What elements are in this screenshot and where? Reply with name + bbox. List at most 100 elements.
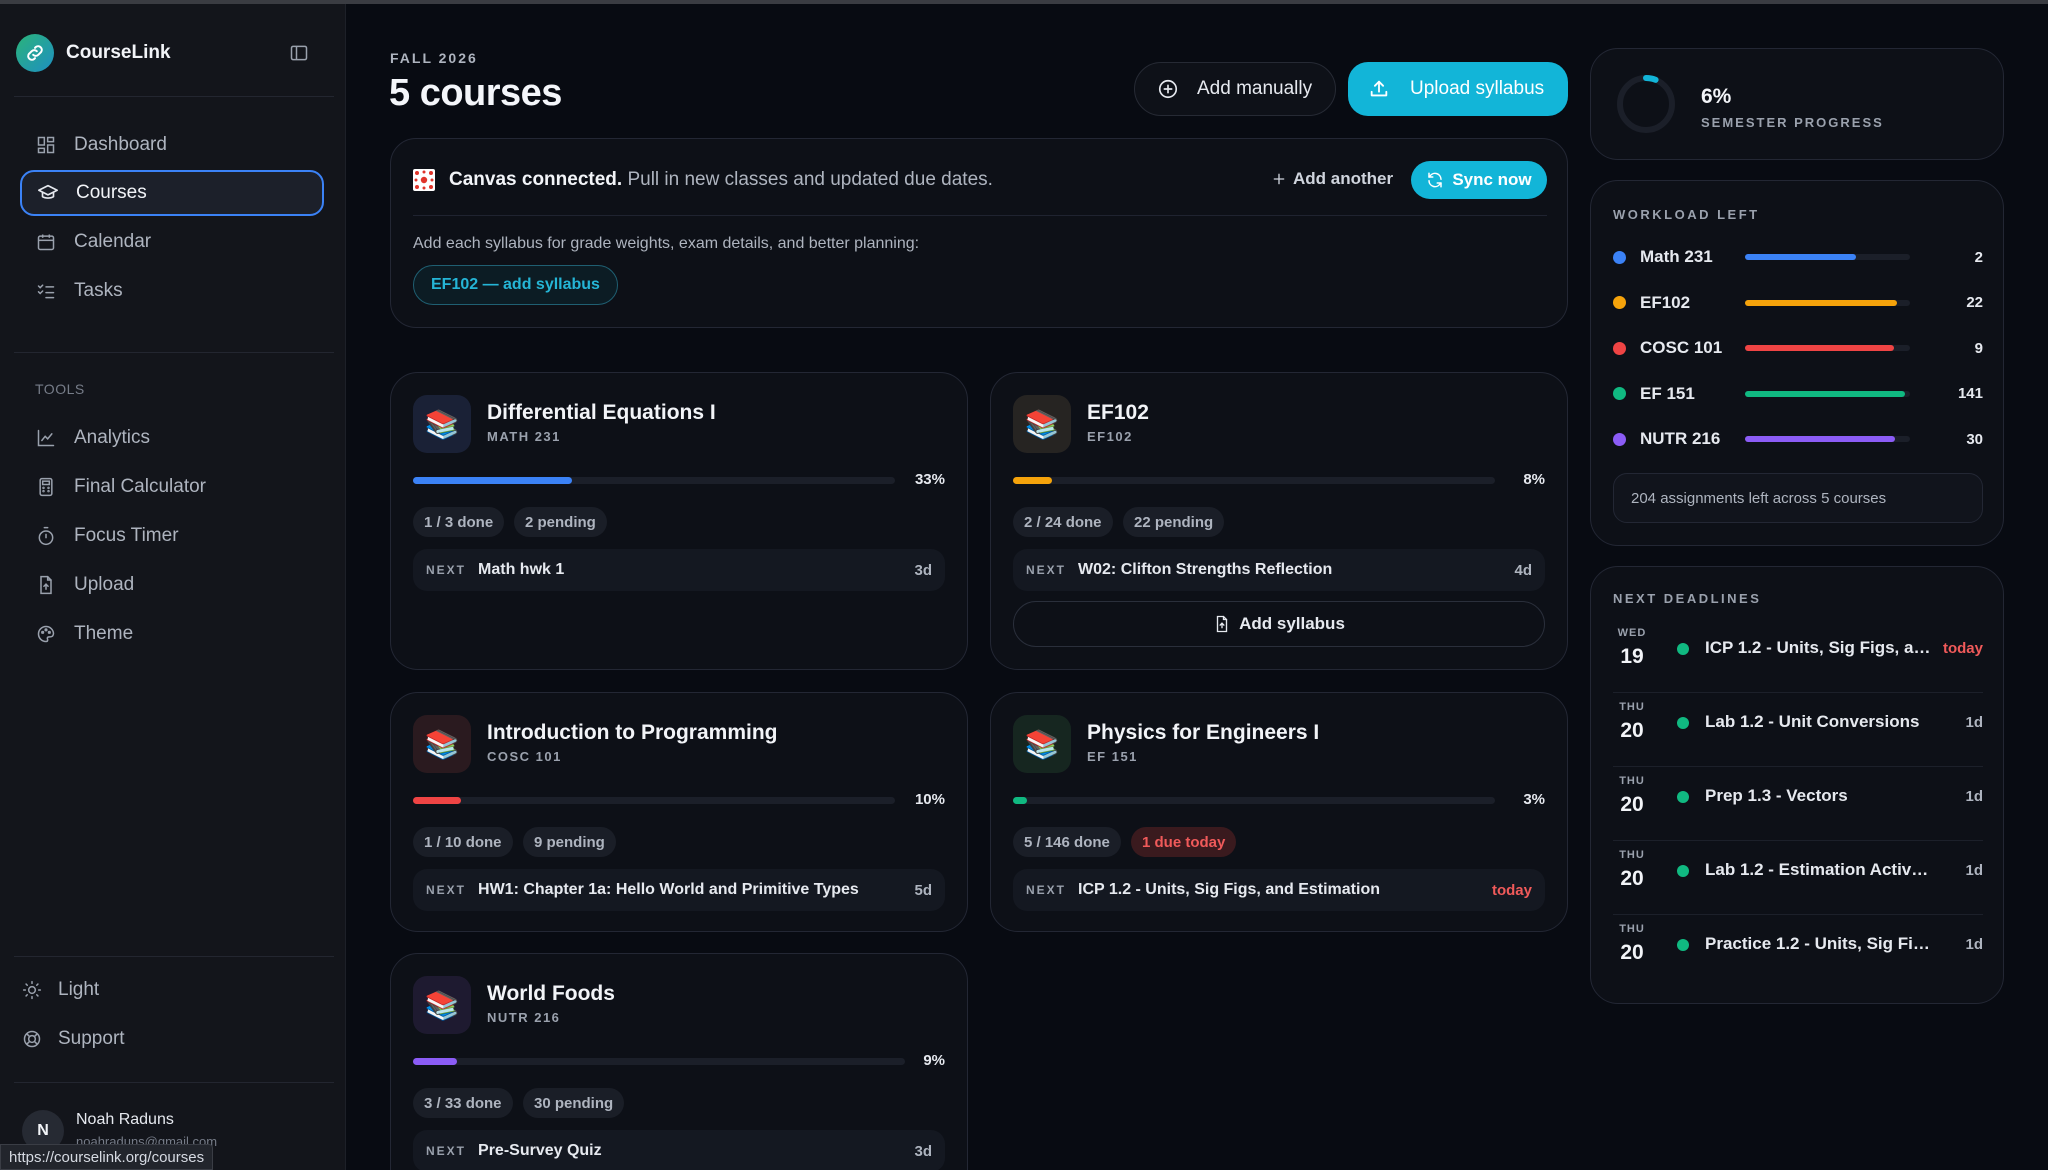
deadline-row[interactable]: THU 20 Lab 1.2 - Unit Conversions 1d bbox=[1613, 695, 1983, 767]
calculator-icon bbox=[34, 475, 58, 499]
chart-icon bbox=[34, 426, 58, 450]
course-color-dot bbox=[1677, 643, 1689, 655]
workload-row[interactable]: Math 231 2 bbox=[1613, 245, 1983, 269]
deadline-row[interactable]: THU 20 Practice 1.2 - Units, Sig Figs, and… bbox=[1613, 917, 1983, 989]
light-mode-toggle[interactable]: Light bbox=[20, 970, 99, 1010]
add-syllabus-label: Add syllabus bbox=[1239, 614, 1345, 633]
palette-icon bbox=[34, 622, 58, 646]
workload-bar bbox=[1745, 390, 1910, 397]
course-progress-percent: 9% bbox=[923, 1052, 945, 1069]
workload-row[interactable]: NUTR 216 30 bbox=[1613, 427, 1983, 451]
course-card[interactable]: 📚 Physics for Engineers I EF 151 3% 5 / 146 … bbox=[990, 692, 1568, 932]
deadline-due: 1d bbox=[1965, 714, 1983, 731]
workload-bar-fill bbox=[1745, 345, 1894, 351]
sidebar-item-final-calculator[interactable]: Final Calculator bbox=[20, 464, 324, 510]
plus-circle-icon bbox=[1157, 78, 1179, 100]
brand[interactable]: CourseLink bbox=[16, 34, 171, 72]
workload-row[interactable]: EF102 22 bbox=[1613, 291, 1983, 315]
graduation-cap-icon bbox=[36, 181, 60, 205]
course-progress-fill bbox=[413, 477, 573, 484]
semester-progress-card: 6% SEMESTER PROGRESS bbox=[1590, 48, 2004, 160]
workload-row[interactable]: COSC 101 9 bbox=[1613, 336, 1983, 360]
course-card[interactable]: 📚 Differential Equations I MATH 231 33% 1 / … bbox=[390, 372, 968, 670]
sidebar-item-upload[interactable]: Upload bbox=[20, 562, 324, 608]
course-card[interactable]: 📚 World Foods NUTR 216 9% 3 / 33 done 30 pend… bbox=[390, 953, 968, 1170]
workload-bar-fill bbox=[1745, 390, 1906, 397]
add-syllabus-chip[interactable]: EF102 — add syllabus bbox=[413, 265, 618, 305]
file-upload-icon bbox=[1213, 615, 1231, 633]
sidebar-item-label: Dashboard bbox=[74, 134, 167, 155]
workload-course-name: COSC 101 bbox=[1640, 338, 1723, 357]
sidebar-item-analytics[interactable]: Analytics bbox=[20, 415, 324, 461]
course-code: MATH 231 bbox=[487, 429, 561, 444]
lifebuoy-icon bbox=[20, 1027, 44, 1051]
add-syllabus-button[interactable]: Add syllabus bbox=[1013, 601, 1545, 647]
course-card[interactable]: 📚 Introduction to Programming COSC 101 10% 1… bbox=[390, 692, 968, 932]
books-icon: 📚 bbox=[1013, 715, 1071, 773]
upload-icon bbox=[1368, 78, 1390, 100]
deadline-day: 20 bbox=[1620, 793, 1644, 816]
next-task-row[interactable]: NEXT HW1: Chapter 1a: Hello World and Pri… bbox=[413, 869, 945, 911]
course-color-dot bbox=[1677, 865, 1689, 877]
course-progress-fill bbox=[1013, 797, 1028, 804]
workload-row[interactable]: EF 151 141 bbox=[1613, 382, 1983, 406]
sidebar-item-focus-timer[interactable]: Focus Timer bbox=[20, 513, 324, 559]
books-icon: 📚 bbox=[1013, 395, 1071, 453]
sidebar-item-label: Final Calculator bbox=[74, 476, 206, 497]
add-manually-button[interactable]: Add manually bbox=[1134, 62, 1336, 116]
deadline-row[interactable]: WED 19 ICP 1.2 - Units, Sig Figs, and Esti… bbox=[1613, 621, 1983, 693]
next-task-row[interactable]: NEXT ICP 1.2 - Units, Sig Figs, and Estim… bbox=[1013, 869, 1545, 911]
next-label: NEXT bbox=[426, 883, 467, 897]
course-card[interactable]: 📚 EF102 EF102 8% 2 / 24 done 22 pending NEXT W0… bbox=[990, 372, 1568, 670]
workload-course-name: EF102 bbox=[1640, 292, 1691, 312]
deadline-row[interactable]: THU 20 Lab 1.2 - Estimation Activity 1d bbox=[1613, 843, 1983, 915]
workload-bar bbox=[1745, 436, 1910, 442]
course-progress-bar bbox=[1013, 797, 1495, 804]
divider bbox=[14, 956, 334, 957]
workload-title: WORKLOAD LEFT bbox=[1613, 207, 1760, 222]
sidebar-item-theme[interactable]: Theme bbox=[20, 611, 324, 657]
canvas-connection-panel: Canvas connected. Pull in new classes an… bbox=[390, 138, 1568, 328]
canvas-status-text: Canvas connected. Pull in new classes an… bbox=[449, 169, 993, 191]
sidebar-item-courses[interactable]: Courses bbox=[20, 170, 324, 216]
support-label: Support bbox=[58, 1028, 125, 1049]
sidebar-item-tasks[interactable]: Tasks bbox=[20, 268, 324, 314]
workload-bar bbox=[1745, 254, 1910, 260]
support-link[interactable]: Support bbox=[20, 1019, 125, 1059]
deadline-due: 1d bbox=[1965, 788, 1983, 805]
deadline-task: Practice 1.2 - Units, Sig Figs, and Esti… bbox=[1705, 934, 1931, 953]
books-icon: 📚 bbox=[413, 976, 471, 1034]
next-task-row[interactable]: NEXT Math hwk 1 3d bbox=[413, 549, 945, 591]
course-code: NUTR 216 bbox=[487, 1010, 561, 1025]
sidebar-item-calendar[interactable]: Calendar bbox=[20, 219, 324, 265]
deadline-day: 19 bbox=[1620, 645, 1644, 668]
page-title: 5 courses bbox=[389, 72, 562, 114]
course-color-dot bbox=[1677, 791, 1689, 803]
divider bbox=[413, 215, 1547, 216]
add-manually-label: Add manually bbox=[1197, 78, 1313, 99]
sidebar-item-label: Focus Timer bbox=[74, 525, 179, 546]
deadline-weekday: THU bbox=[1619, 923, 1645, 935]
syllabus-hint: Add each syllabus for grade weights, exa… bbox=[413, 235, 920, 252]
dashboard-icon bbox=[34, 133, 58, 157]
deadline-task: Prep 1.3 - Vectors bbox=[1705, 786, 1848, 805]
course-color-dot bbox=[1613, 250, 1626, 264]
next-task-row[interactable]: NEXT Pre-Survey Quiz 3d bbox=[413, 1130, 945, 1170]
sync-now-button[interactable]: Sync now bbox=[1411, 161, 1547, 199]
sidebar-item-dashboard[interactable]: Dashboard bbox=[20, 122, 324, 168]
course-progress-bar bbox=[1013, 477, 1495, 484]
books-icon: 📚 bbox=[413, 395, 471, 453]
sidebar-item-label: Courses bbox=[76, 182, 147, 203]
deadline-row[interactable]: THU 20 Prep 1.3 - Vectors 1d bbox=[1613, 769, 1983, 841]
plus-icon bbox=[1271, 171, 1287, 187]
next-task-name: W02: Clifton Strengths Reflection bbox=[1078, 561, 1333, 578]
next-task-due: 5d bbox=[914, 881, 932, 899]
add-another-button[interactable]: Add another bbox=[1271, 169, 1393, 189]
course-progress-fill bbox=[1013, 477, 1052, 484]
workload-count: 22 bbox=[1966, 294, 1983, 311]
file-upload-icon bbox=[34, 573, 58, 597]
sidebar-toggle-icon[interactable] bbox=[286, 40, 312, 66]
next-task-row[interactable]: NEXT W02: Clifton Strengths Reflection 4d bbox=[1013, 549, 1545, 591]
upload-syllabus-button[interactable]: Upload syllabus bbox=[1348, 62, 1568, 116]
upload-syllabus-label: Upload syllabus bbox=[1410, 78, 1545, 99]
